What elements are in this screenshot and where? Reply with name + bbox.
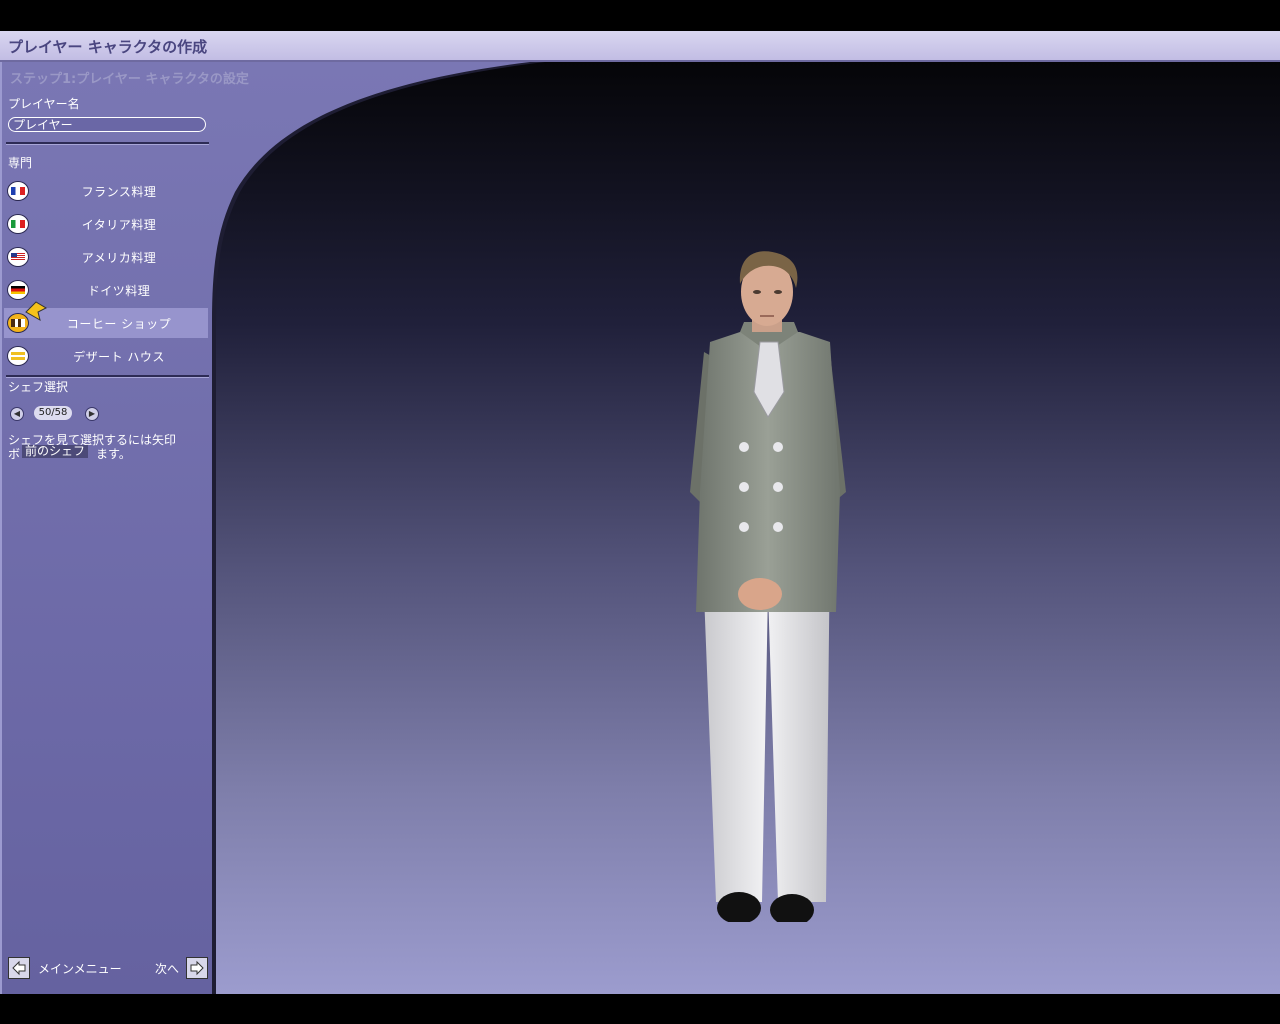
next-label[interactable]: 次へ [155, 960, 179, 977]
specialty-label: 専門 [8, 156, 33, 170]
player-name-label: プレイヤー名 [8, 97, 80, 111]
help-text-line-2-end: ます。 [96, 447, 131, 461]
specialty-label-american: アメリカ料理 [81, 251, 157, 265]
specialty-italian[interactable]: イタリア料理 [4, 209, 208, 239]
dessert-house-icon [7, 346, 29, 366]
player-name-input[interactable]: プレイヤー [8, 117, 206, 132]
specialty-dessert-house[interactable]: デザート ハウス [4, 341, 208, 371]
specialty-american[interactable]: アメリカ料理 [4, 242, 208, 272]
character-scene: ステップ1:プレイヤー キャラクタの設定 プレイヤー名 プレイヤー 専門 フラン… [0, 62, 1280, 994]
previous-chef-button[interactable]: ◀ [10, 407, 24, 421]
step-title: ステップ1:プレイヤー キャラクタの設定 [10, 72, 249, 87]
specialty-label-dessert-house: デザート ハウス [73, 350, 165, 364]
title-bar: プレイヤー キャラクタの作成 [0, 31, 1280, 62]
arrow-right-icon [190, 960, 204, 976]
back-button[interactable] [8, 957, 30, 979]
chef-counter: 50/58 [34, 406, 72, 420]
usa-flag-icon [7, 247, 29, 267]
help-text-line-2: ボ [8, 447, 21, 461]
letterbox-top [0, 0, 1280, 31]
france-flag-icon [7, 181, 29, 201]
arrow-left-icon [12, 960, 26, 976]
specialty-label-coffee-shop: コーヒー ショップ [66, 317, 172, 331]
divider [6, 142, 209, 145]
next-chef-button[interactable]: ▶ [85, 407, 99, 421]
specialty-label-italian: イタリア料理 [81, 218, 157, 232]
chef-select-label: シェフ選択 [8, 380, 69, 394]
specialty-french[interactable]: フランス料理 [4, 176, 208, 206]
italy-flag-icon [7, 214, 29, 234]
specialty-label-french: フランス料理 [81, 185, 157, 199]
germany-flag-icon [7, 280, 29, 300]
back-label[interactable]: メインメニュー [38, 960, 122, 977]
letterbox-bottom [0, 994, 1280, 1024]
window-title: プレイヤー キャラクタの作成 [8, 38, 208, 56]
next-button[interactable] [186, 957, 208, 979]
previous-chef-tooltip: 前のシェフ [22, 445, 89, 458]
specialty-label-german: ドイツ料理 [87, 284, 151, 298]
chef-character-model[interactable] [680, 192, 870, 922]
specialty-coffee-shop[interactable]: コーヒー ショップ [4, 301, 208, 338]
